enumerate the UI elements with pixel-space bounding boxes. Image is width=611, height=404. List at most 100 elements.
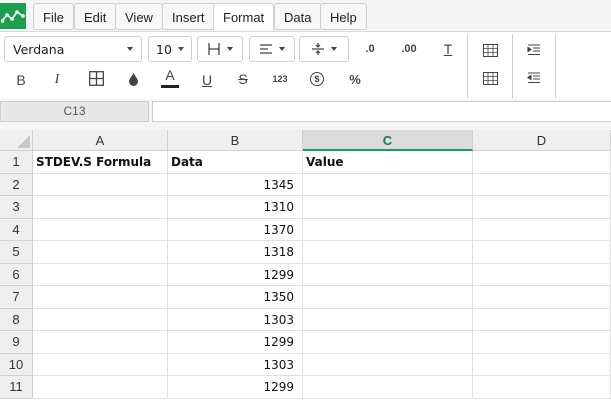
merge-cells-button[interactable] <box>84 67 108 89</box>
cell-a10[interactable] <box>33 353 168 376</box>
menu-edit[interactable]: Edit <box>74 3 117 30</box>
cell-b1[interactable]: Data <box>168 151 303 174</box>
cell-d5[interactable] <box>473 241 611 264</box>
cell-d4[interactable] <box>473 218 611 241</box>
spreadsheet-grid: A B C D 1 STDEV.S Formula Data Value 2 1345 3 1… <box>0 130 611 404</box>
row-header[interactable]: 5 <box>0 241 33 264</box>
row-header[interactable]: 10 <box>0 353 33 376</box>
cell-d8[interactable] <box>473 308 611 331</box>
cell-a9[interactable] <box>33 331 168 354</box>
cell-a3[interactable] <box>33 196 168 219</box>
font-size-select[interactable]: 10 <box>148 36 192 62</box>
borders-select[interactable] <box>197 36 243 62</box>
select-all-corner[interactable] <box>0 130 33 151</box>
column-header-c[interactable]: C <box>303 130 473 151</box>
row-header[interactable]: 11 <box>0 376 33 399</box>
row-header[interactable]: 6 <box>0 263 33 286</box>
cell-d7[interactable] <box>473 286 611 309</box>
cell-b3[interactable]: 1310 <box>168 196 303 219</box>
cell-a4[interactable] <box>33 218 168 241</box>
cell-c4[interactable] <box>303 218 473 241</box>
cell-a2[interactable] <box>33 173 168 196</box>
cell-c8[interactable] <box>303 308 473 331</box>
cell-c3[interactable] <box>303 196 473 219</box>
table-style-button[interactable] <box>478 67 502 89</box>
horizontal-align-select[interactable] <box>249 36 295 62</box>
cell-a8[interactable] <box>33 308 168 331</box>
decrease-decimal-button[interactable]: .0 <box>358 38 382 60</box>
name-box[interactable]: C13 <box>0 101 149 122</box>
font-family-select[interactable]: Verdana <box>4 36 142 62</box>
clear-format-button[interactable]: T <box>436 38 460 60</box>
italic-button[interactable]: I <box>45 69 69 91</box>
formula-row: C13 <box>0 99 611 128</box>
cell-d9[interactable] <box>473 331 611 354</box>
merge-cells-icon <box>88 70 104 86</box>
underline-button[interactable]: U <box>195 69 219 91</box>
cell-d2[interactable] <box>473 173 611 196</box>
cell-a1[interactable]: STDEV.S Formula <box>33 151 168 174</box>
column-header-a[interactable]: A <box>33 130 168 151</box>
bold-button[interactable]: B <box>9 69 33 91</box>
cell-a7[interactable] <box>33 286 168 309</box>
cell-c6[interactable] <box>303 263 473 286</box>
text-color-button[interactable]: A <box>158 67 182 89</box>
currency-format-button[interactable]: $ <box>305 68 329 90</box>
formula-input[interactable] <box>152 101 611 122</box>
menu-data[interactable]: Data <box>274 3 322 30</box>
cell-c11[interactable] <box>303 376 473 399</box>
table-style-icon <box>482 71 498 85</box>
cell-b9[interactable]: 1299 <box>168 331 303 354</box>
menu-bar: File Edit View Insert Format Data Help <box>0 0 611 34</box>
cell-b8[interactable]: 1303 <box>168 308 303 331</box>
cell-c10[interactable] <box>303 353 473 376</box>
cell-c5[interactable] <box>303 241 473 264</box>
vertical-align-select[interactable] <box>299 36 349 62</box>
percent-format-button[interactable]: % <box>343 68 367 90</box>
column-header-d[interactable]: D <box>473 130 611 151</box>
menu-view[interactable]: View <box>115 3 163 30</box>
toolbar-divider <box>467 34 468 98</box>
cell-a5[interactable] <box>33 241 168 264</box>
row-header[interactable]: 9 <box>0 331 33 354</box>
cell-b10[interactable]: 1303 <box>168 353 303 376</box>
cell-d3[interactable] <box>473 196 611 219</box>
cell-b6[interactable]: 1299 <box>168 263 303 286</box>
menu-insert[interactable]: Insert <box>162 3 215 30</box>
row-header[interactable]: 1 <box>0 151 33 174</box>
cell-d6[interactable] <box>473 263 611 286</box>
row-header[interactable]: 7 <box>0 286 33 309</box>
strikethrough-button[interactable]: S <box>231 68 255 90</box>
row-header[interactable]: 3 <box>0 196 33 219</box>
cell-a11[interactable] <box>33 376 168 399</box>
cell-d11[interactable] <box>473 376 611 399</box>
increase-decimal-button[interactable]: .00 <box>397 38 421 60</box>
insert-table-button[interactable] <box>478 39 502 61</box>
cell-c2[interactable] <box>303 173 473 196</box>
cell-b7[interactable]: 1350 <box>168 286 303 309</box>
cell-b2[interactable]: 1345 <box>168 173 303 196</box>
increase-indent-button[interactable] <box>522 39 546 61</box>
decrease-indent-button[interactable] <box>522 67 546 89</box>
number-format-button[interactable]: 123 <box>268 68 292 90</box>
toolbar-divider <box>512 34 513 98</box>
fill-color-button[interactable] <box>121 68 145 90</box>
cell-b4[interactable]: 1370 <box>168 218 303 241</box>
cell-d1[interactable] <box>473 151 611 174</box>
row-header[interactable]: 8 <box>0 308 33 331</box>
column-header-b[interactable]: B <box>168 130 303 151</box>
cell-b11[interactable]: 1299 <box>168 376 303 399</box>
increase-decimal-icon: .00 <box>401 43 417 55</box>
cell-d10[interactable] <box>473 353 611 376</box>
clear-format-icon: T <box>443 41 453 57</box>
cell-c9[interactable] <box>303 331 473 354</box>
menu-format[interactable]: Format <box>213 3 275 32</box>
row-header[interactable]: 4 <box>0 218 33 241</box>
cell-b5[interactable]: 1318 <box>168 241 303 264</box>
menu-help[interactable]: Help <box>320 3 367 30</box>
cell-c7[interactable] <box>303 286 473 309</box>
menu-file[interactable]: File <box>33 3 74 30</box>
row-header[interactable]: 2 <box>0 173 33 196</box>
cell-c1[interactable]: Value <box>303 151 473 174</box>
cell-a6[interactable] <box>33 263 168 286</box>
